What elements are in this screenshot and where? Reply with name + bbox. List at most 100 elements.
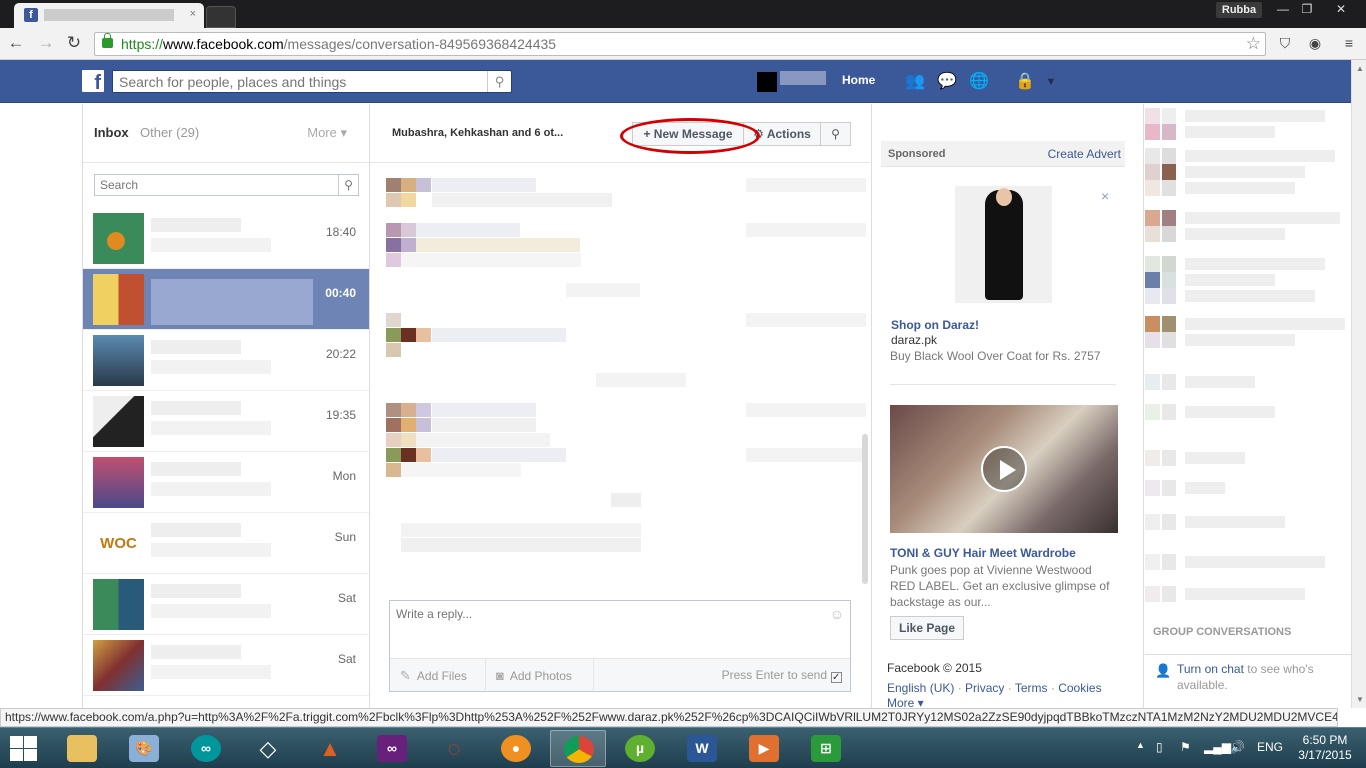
chrome-menu-icon[interactable]: ≡ bbox=[1340, 34, 1358, 52]
thread-item[interactable]: Mon bbox=[83, 452, 369, 513]
restore-icon[interactable]: ❐ bbox=[1292, 0, 1322, 20]
inbox-tab[interactable]: Inbox bbox=[94, 125, 129, 140]
message-text-blurred bbox=[401, 538, 641, 552]
taskbar-app-ring[interactable]: ◌ bbox=[426, 730, 482, 767]
windows-start-icon[interactable] bbox=[8, 735, 38, 761]
sender-avatar bbox=[386, 403, 401, 417]
browser-tab-facebook[interactable]: f × bbox=[14, 3, 204, 28]
home-link[interactable]: Home bbox=[842, 73, 875, 87]
taskbar-media-player[interactable]: ● bbox=[488, 730, 544, 767]
contact-name-blurred bbox=[1185, 516, 1285, 528]
address-bar[interactable]: https://www.facebook.com/messages/conver… bbox=[94, 32, 1266, 56]
taskbar-arduino[interactable]: ∞ bbox=[178, 730, 234, 767]
thread-item[interactable]: 19:35 bbox=[83, 391, 369, 452]
taskbar-chrome[interactable] bbox=[550, 730, 606, 767]
profile-name-blurred[interactable] bbox=[780, 71, 826, 85]
thread-item-active[interactable]: 00:40 bbox=[83, 269, 369, 330]
window-close-icon[interactable]: ✕ bbox=[1326, 0, 1356, 20]
turn-on-chat-link[interactable]: Turn on chat bbox=[1177, 662, 1244, 676]
tray-signal-icon[interactable]: ▂▄▆ bbox=[1204, 740, 1231, 754]
thread-item[interactable]: 20:22 bbox=[83, 330, 369, 391]
other-tab[interactable]: Other (29) bbox=[140, 125, 199, 140]
scroll-down-arrow-icon[interactable]: ▼ bbox=[1356, 695, 1364, 704]
taskbar-unity[interactable]: ◇ bbox=[240, 730, 296, 767]
tray-show-hidden-icon[interactable]: ▲ bbox=[1136, 740, 1145, 750]
taskbar-powerpoint-video[interactable]: ▶ bbox=[736, 730, 792, 767]
new-tab-button[interactable] bbox=[206, 6, 236, 28]
back-arrow-icon[interactable]: ← bbox=[6, 33, 26, 53]
taskbar-visual-studio[interactable]: ∞ bbox=[364, 730, 420, 767]
facebook-search-input[interactable] bbox=[113, 71, 483, 92]
sender-avatar bbox=[416, 403, 431, 417]
thread-item[interactable]: Sat bbox=[83, 635, 369, 696]
footer-link-cookies[interactable]: Cookies bbox=[1058, 681, 1101, 695]
message-scrollbar[interactable] bbox=[862, 434, 868, 584]
taskbar-file-explorer[interactable] bbox=[54, 730, 110, 767]
notifications-globe-icon[interactable]: 🌐 bbox=[968, 72, 990, 92]
message-text-blurred bbox=[432, 403, 536, 417]
footer-link-privacy[interactable]: Privacy bbox=[965, 681, 1004, 695]
page-scrollbar[interactable]: ▲ ▼ bbox=[1351, 60, 1366, 708]
profile-avatar[interactable] bbox=[757, 72, 777, 92]
emoticon-icon[interactable]: ☺ bbox=[830, 606, 844, 622]
add-photos-button[interactable]: ◙ Add Photos bbox=[486, 659, 594, 692]
checkbox-checked-icon[interactable]: ✓ bbox=[831, 672, 842, 683]
shield-extension-icon[interactable]: ⛉ bbox=[1276, 34, 1294, 52]
actions-button[interactable]: ⚙ Actions bbox=[744, 122, 821, 146]
messages-icon[interactable]: 💬 bbox=[936, 72, 958, 92]
thread-item[interactable]: Sat bbox=[83, 574, 369, 635]
account-menu-chevron-icon[interactable]: ▼ bbox=[1040, 72, 1062, 92]
thread-item[interactable]: 18:40 bbox=[83, 208, 369, 269]
profile-name-chip[interactable]: Rubba bbox=[1216, 2, 1262, 18]
reply-box: ☺ ✎ Add Files ◙ Add Photos Press Enter to … bbox=[389, 600, 851, 692]
message-text-blurred bbox=[432, 193, 612, 207]
more-dropdown[interactable]: More ▾ bbox=[307, 125, 347, 141]
taskbar-paint[interactable]: 🎨 bbox=[116, 730, 172, 767]
ad-title[interactable]: Shop on Daraz! bbox=[891, 318, 979, 332]
tray-language[interactable]: ENG bbox=[1257, 740, 1283, 754]
create-advert-link[interactable]: Create Advert bbox=[1048, 147, 1121, 161]
privacy-shortcuts-icon[interactable]: 🔒 bbox=[1014, 72, 1036, 92]
ad-video-thumbnail[interactable] bbox=[890, 405, 1118, 533]
thread-item[interactable]: WOC Sun bbox=[83, 513, 369, 574]
search-icon[interactable]: ⚲ bbox=[338, 175, 358, 195]
footer-link-language[interactable]: English (UK) bbox=[887, 681, 954, 695]
play-icon[interactable] bbox=[981, 446, 1027, 492]
tray-device-icon[interactable]: ▯ bbox=[1156, 740, 1163, 754]
scroll-up-arrow-icon[interactable]: ▲ bbox=[1356, 64, 1364, 73]
avatar bbox=[93, 335, 144, 386]
ad-close-icon[interactable]: × bbox=[1101, 188, 1109, 204]
taskbar-clock[interactable]: 6:50 PM 3/17/2015 bbox=[1298, 733, 1352, 763]
avatar bbox=[93, 457, 144, 508]
reload-icon[interactable]: ↻ bbox=[64, 33, 84, 53]
ad-title[interactable]: TONI & GUY Hair Meet Wardrobe bbox=[890, 546, 1076, 560]
url-path: /messages/conversation-849569368424435 bbox=[283, 36, 557, 52]
add-files-button[interactable]: ✎ Add Files bbox=[390, 659, 486, 692]
tray-volume-icon[interactable]: 🔊 bbox=[1230, 740, 1245, 754]
contact-name-blurred bbox=[1185, 150, 1335, 162]
taskbar-word[interactable]: W bbox=[674, 730, 730, 767]
reply-input[interactable] bbox=[390, 601, 820, 651]
color-extension-icon[interactable]: ◉ bbox=[1306, 34, 1324, 52]
taskbar-utorrent[interactable]: µ bbox=[612, 730, 668, 767]
tray-flag-icon[interactable]: ⚑ bbox=[1180, 740, 1191, 754]
thread-sender-blurred bbox=[151, 401, 241, 415]
taskbar-store[interactable]: ⊞ bbox=[798, 730, 854, 767]
press-enter-toggle[interactable]: Press Enter to send ✓ bbox=[722, 659, 842, 692]
tab-close-icon[interactable]: × bbox=[190, 8, 196, 20]
new-message-button[interactable]: + New Message bbox=[632, 122, 744, 146]
ad-image-coat[interactable] bbox=[955, 186, 1052, 303]
contact-name-blurred bbox=[1185, 126, 1275, 138]
bookmark-star-icon[interactable]: ☆ bbox=[1246, 33, 1261, 55]
footer-link-terms[interactable]: Terms bbox=[1015, 681, 1048, 695]
taskbar-matlab[interactable]: ▲ bbox=[302, 730, 358, 767]
conversation-title[interactable]: Mubashra, Kehkashan and 6 ot... bbox=[392, 127, 563, 139]
inbox-search-input[interactable] bbox=[95, 175, 335, 195]
thread-snippet-blurred bbox=[151, 482, 271, 496]
facebook-logo-icon[interactable]: f bbox=[82, 70, 104, 94]
search-icon[interactable]: ⚲ bbox=[487, 71, 511, 92]
forward-arrow-icon[interactable]: → bbox=[36, 33, 56, 53]
conversation-search-icon[interactable]: ⚲ bbox=[821, 122, 851, 146]
like-page-button[interactable]: Like Page bbox=[890, 616, 964, 640]
friend-requests-icon[interactable]: 👥 bbox=[904, 72, 926, 92]
